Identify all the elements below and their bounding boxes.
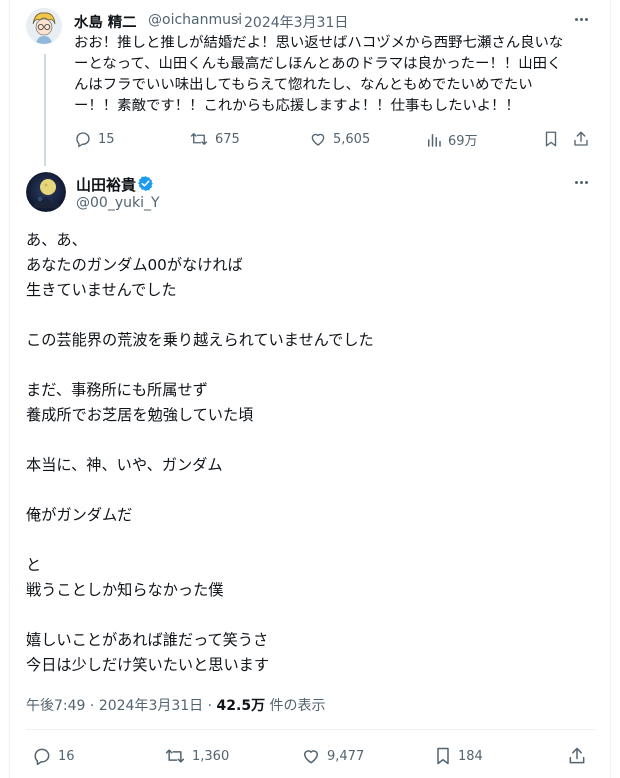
meta-separator: · xyxy=(89,698,95,714)
verified-badge-icon[interactable] xyxy=(137,175,154,192)
share-icon xyxy=(569,747,585,764)
like-icon xyxy=(304,750,318,764)
main-text-line: あなたのガンダム00がなければ xyxy=(26,256,243,274)
post-date[interactable]: 2024年3月31日 xyxy=(99,698,203,714)
main-text-line xyxy=(26,528,596,553)
reply-bookmark-button[interactable] xyxy=(543,130,559,148)
main-text-line xyxy=(26,603,596,628)
main-reply-count: 16 xyxy=(58,748,75,764)
reply-text-line: ーとなって、山田くんも最高だしほんとあのドラマは良かったー！！山田く xyxy=(74,56,562,72)
bookmark-icon xyxy=(545,131,557,147)
main-more-icon[interactable] xyxy=(575,181,588,184)
main-like-button[interactable]: 9,477 xyxy=(301,746,364,766)
main-text-line: 本当に、神、いや、ガンダム xyxy=(26,456,223,474)
reply-reply-button[interactable]: 15 xyxy=(74,130,115,148)
reply-icon xyxy=(76,132,90,148)
main-text-line: まだ、事務所にも所属せず xyxy=(26,381,208,399)
main-text-line: 養成所でお芝居を勉強していた頃 xyxy=(26,406,254,424)
reply-author-name[interactable]: 水島 精二 xyxy=(74,11,137,32)
reply-post-text: おお！推しと推しが結婚だよ！思い返せばハコヅメから西野七瀬さん良いな ーとなって… xyxy=(74,33,594,117)
thread-connector-line xyxy=(44,54,46,166)
share-icon xyxy=(574,131,588,146)
reply-more-icon[interactable] xyxy=(575,18,588,21)
main-repost-count: 1,360 xyxy=(192,748,230,764)
reply-text-line: おお！推しと推しが結婚だよ！思い返せばハコヅメから西野七瀬さん良いな xyxy=(74,35,564,51)
reply-like-count: 5,605 xyxy=(333,131,371,147)
reply-repost-count: 675 xyxy=(215,131,240,147)
main-text-line xyxy=(26,428,596,453)
main-reply-button[interactable]: 16 xyxy=(32,746,75,766)
main-share-button[interactable] xyxy=(567,746,587,766)
reply-repost-button[interactable]: 675 xyxy=(189,130,240,148)
main-like-count: 9,477 xyxy=(327,748,365,764)
main-text-line: 戦うことしか知らなかった僕 xyxy=(26,581,224,599)
main-text-line xyxy=(26,303,596,328)
reply-reply-count: 15 xyxy=(98,131,115,147)
avatar-yamada[interactable] xyxy=(26,172,66,212)
main-repost-button[interactable]: 1,360 xyxy=(164,746,229,766)
main-text-line: 俺がガンダムだ xyxy=(26,506,133,524)
reply-text-line: ー！！素敵です！！これからも応援しますよ！！仕事もしたいよ！！ xyxy=(74,98,520,114)
main-bookmark-count: 184 xyxy=(458,748,483,764)
main-author-handle[interactable]: @00_yuki_Y xyxy=(76,195,160,211)
views-label: 件の表示 xyxy=(269,698,326,714)
reply-views-button[interactable]: 69万 xyxy=(426,130,478,149)
post-meta: 午後7:49 · 2024年3月31日 · 42.5万 件の表示 xyxy=(26,695,326,715)
main-text-line: あ、あ、 xyxy=(26,231,87,249)
main-text-line xyxy=(26,478,596,503)
post-time[interactable]: 午後7:49 xyxy=(26,698,85,714)
reply-author-handle[interactable]: @oichanmusi xyxy=(148,12,242,28)
like-icon xyxy=(311,133,325,146)
views-icon xyxy=(428,133,441,147)
reply-date[interactable]: 2024年3月31日 xyxy=(244,12,348,32)
reply-text-line: んはフラでいい味出してもらえて惚れたし、なんともめでたいめでたい xyxy=(74,77,533,93)
reply-share-button[interactable] xyxy=(572,130,590,148)
reply-icon xyxy=(34,748,50,766)
avatar-photo xyxy=(26,172,66,212)
bookmark-icon xyxy=(437,747,449,765)
main-author-name[interactable]: 山田裕貴 xyxy=(76,174,136,195)
views-count: 42.5万 xyxy=(216,698,266,714)
meta-separator: · xyxy=(207,698,213,714)
divider xyxy=(26,729,596,730)
main-post-text: あ、あ、 あなたのガンダム00がなければ 生きていませんでした この芸能界の荒波… xyxy=(26,228,596,678)
repost-icon xyxy=(190,133,208,145)
reply-views-count: 69万 xyxy=(448,134,478,149)
reply-like-button[interactable]: 5,605 xyxy=(309,130,370,148)
main-text-line: 今日は少しだけ笑いたいと思います xyxy=(26,656,269,674)
main-text-line: 生きていませんでした xyxy=(26,281,177,299)
main-text-line: この芸能界の荒波を乗り越えられていませんでした xyxy=(26,331,374,349)
main-text-line: 嬉しいことがあれば誰だって笑うさ xyxy=(26,631,269,649)
main-bookmark-button[interactable]: 184 xyxy=(434,746,483,766)
reply-separator: · xyxy=(236,12,241,28)
avatar-mizushima[interactable] xyxy=(26,8,62,44)
main-text-line: と xyxy=(26,556,42,574)
avatar-illustration xyxy=(26,8,62,44)
repost-icon xyxy=(165,749,185,763)
main-text-line xyxy=(26,353,596,378)
